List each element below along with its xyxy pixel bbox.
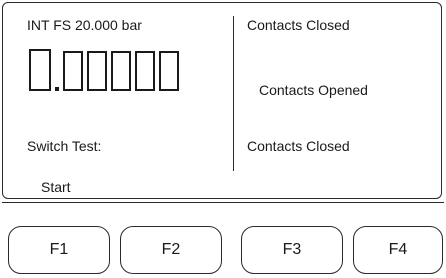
digit-4 bbox=[135, 51, 155, 91]
range-label: INT FS 20.000 bar bbox=[27, 17, 142, 33]
decimal-point bbox=[55, 87, 59, 91]
digit-3 bbox=[111, 51, 131, 91]
pressure-reading: 0.00000 bbox=[29, 45, 183, 91]
f4-button[interactable]: F4 bbox=[353, 226, 443, 274]
switch-test-label: Switch Test: bbox=[27, 138, 102, 154]
contact-status-1: Contacts Closed bbox=[247, 17, 350, 33]
display-screen: INT FS 20.000 bar 0.00000 Switch Test: S… bbox=[2, 2, 442, 199]
contact-status-3: Contacts Closed bbox=[247, 138, 350, 154]
digit-1 bbox=[63, 51, 83, 91]
digit-5 bbox=[159, 51, 179, 91]
digit-0 bbox=[29, 49, 51, 91]
digit-2 bbox=[87, 51, 107, 91]
softkey-bar bbox=[2, 202, 444, 207]
f3-button[interactable]: F3 bbox=[241, 226, 343, 274]
contact-status-2: Contacts Opened bbox=[259, 82, 368, 98]
start-softkey-label[interactable]: Start bbox=[41, 179, 71, 195]
f2-button[interactable]: F2 bbox=[120, 226, 222, 274]
reading-value: 0.00000 bbox=[29, 45, 30, 46]
f1-button[interactable]: F1 bbox=[8, 226, 110, 274]
vertical-divider bbox=[233, 16, 234, 171]
